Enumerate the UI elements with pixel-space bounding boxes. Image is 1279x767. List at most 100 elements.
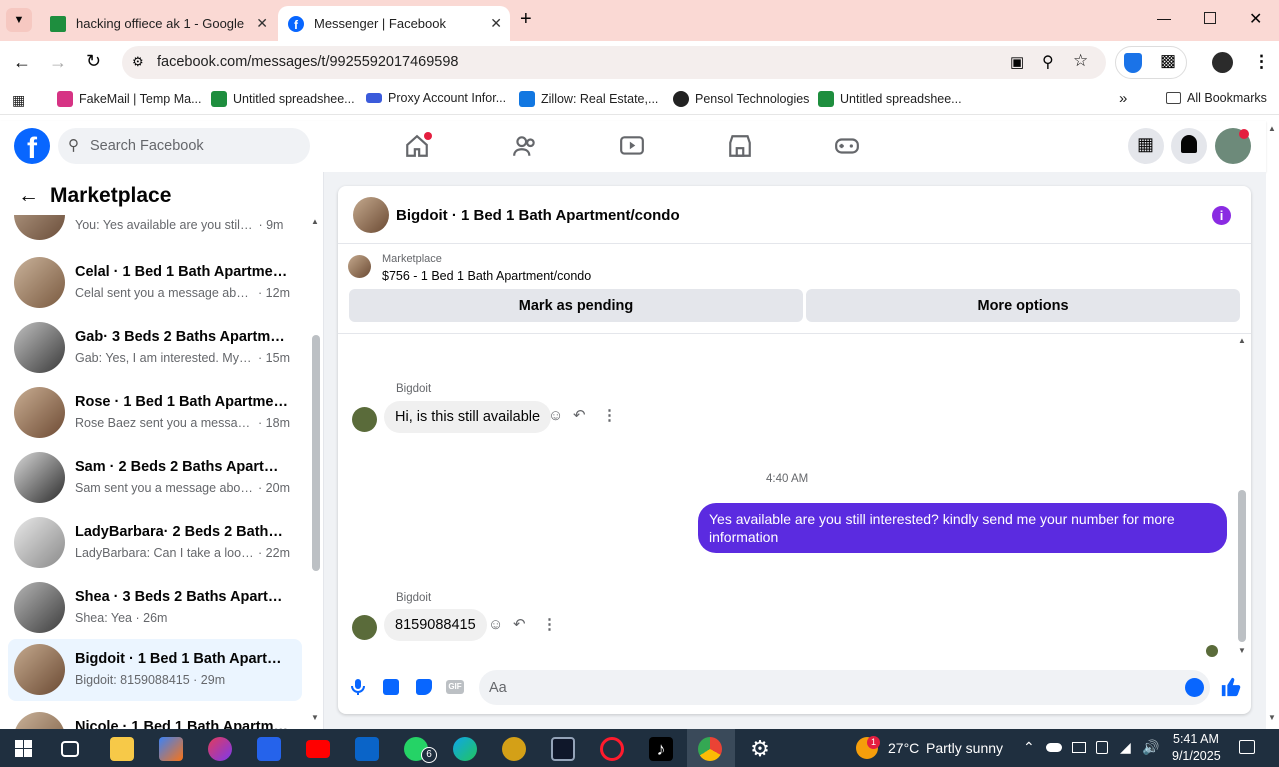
close-icon[interactable]: ✕ bbox=[256, 15, 268, 32]
listing-title[interactable]: $756 - 1 Bed 1 Bath Apartment/condo bbox=[382, 269, 591, 283]
youtube-icon[interactable] bbox=[306, 740, 330, 758]
listing-thumbnail[interactable] bbox=[348, 255, 371, 278]
notifications-button[interactable] bbox=[1171, 128, 1207, 164]
sidebar-scrollbar[interactable] bbox=[312, 335, 320, 571]
chat-scroll-up-arrow[interactable]: ▲ bbox=[1238, 336, 1246, 345]
shield-extension-icon[interactable] bbox=[1124, 53, 1142, 73]
clock-time[interactable]: 5:41 AM bbox=[1173, 732, 1219, 746]
list-item[interactable]: Shea · 3 Beds 2 Baths Apartmen... Shea: … bbox=[8, 577, 302, 639]
marketplace-icon[interactable] bbox=[727, 133, 753, 159]
star-icon[interactable]: ☆ bbox=[1073, 51, 1088, 71]
medal-icon[interactable] bbox=[502, 737, 526, 761]
menu-grid-button[interactable]: ▦ bbox=[1128, 128, 1164, 164]
edge-icon[interactable] bbox=[453, 737, 477, 761]
message-bubble[interactable]: 8159088415 bbox=[384, 609, 487, 641]
info-icon[interactable]: i bbox=[1212, 206, 1231, 225]
thumbs-up-icon[interactable] bbox=[1220, 676, 1242, 698]
message-input[interactable]: Aa bbox=[479, 670, 1210, 705]
chrome-icon[interactable] bbox=[698, 737, 722, 761]
list-item[interactable]: Nicole · 1 Bed 1 Bath Apartment... bbox=[8, 707, 302, 729]
tab-sheets[interactable]: hacking offiece ak 1 - Google Sh ✕ bbox=[40, 6, 276, 41]
menu-icon[interactable]: ⋮ bbox=[1253, 52, 1270, 72]
message-bubble[interactable]: Hi, is this still available bbox=[384, 401, 552, 433]
list-item[interactable]: Celal · 1 Bed 1 Bath Apartment/c... Cela… bbox=[8, 252, 302, 314]
bookmark-spreadsheet-2[interactable]: Untitled spreadshee... bbox=[818, 91, 962, 107]
facebook-logo[interactable]: f bbox=[14, 128, 50, 164]
chat-scroll-down-arrow[interactable]: ▼ bbox=[1238, 646, 1246, 655]
battery-icon[interactable] bbox=[1072, 742, 1086, 753]
clock-date[interactable]: 9/1/2025 bbox=[1172, 749, 1221, 763]
notification-center-icon[interactable] bbox=[1239, 740, 1255, 754]
weather-temp[interactable]: 27°C bbox=[888, 740, 919, 756]
list-item[interactable]: Rose · 1 Bed 1 Bath Apartment/c... Rose … bbox=[8, 382, 302, 444]
restore-button[interactable] bbox=[1204, 12, 1216, 24]
app-icon[interactable] bbox=[551, 737, 575, 761]
all-bookmarks[interactable]: All Bookmarks bbox=[1166, 91, 1267, 105]
forward-icon[interactable]: → bbox=[49, 52, 67, 73]
app-icon[interactable] bbox=[208, 737, 232, 761]
list-item[interactable]: You: Yes available are you still inter..… bbox=[8, 215, 302, 246]
volume-icon[interactable]: 🔊 bbox=[1142, 739, 1159, 756]
list-item[interactable]: LadyBarbara· 2 Beds 2 Baths Ap... LadyBa… bbox=[8, 512, 302, 574]
tab-search-button[interactable]: ▼ bbox=[6, 8, 32, 32]
list-item[interactable]: Gab· 3 Beds 2 Baths Apartment/... Gab: Y… bbox=[8, 317, 302, 379]
apps-icon[interactable]: ▦ bbox=[12, 92, 25, 109]
site-info-icon[interactable]: ⚙ bbox=[132, 54, 144, 70]
reload-icon[interactable]: ↻ bbox=[86, 51, 101, 72]
scroll-down-arrow[interactable]: ▼ bbox=[311, 713, 319, 722]
outlook-icon[interactable] bbox=[355, 737, 379, 761]
device-icon[interactable] bbox=[1096, 741, 1108, 754]
list-item[interactable]: Sam · 2 Beds 2 Baths Apartment... Sam se… bbox=[8, 447, 302, 509]
back-icon[interactable]: ← bbox=[13, 52, 31, 73]
bookmark-zillow[interactable]: Zillow: Real Estate,... bbox=[519, 91, 658, 107]
emoji-icon[interactable] bbox=[1185, 678, 1204, 697]
mark-as-pending-button[interactable]: Mark as pending bbox=[349, 289, 803, 322]
cloud-icon[interactable] bbox=[1046, 743, 1062, 752]
microphone-icon[interactable] bbox=[350, 678, 366, 696]
wifi-icon[interactable]: ◢ bbox=[1120, 739, 1131, 756]
new-tab-button[interactable]: + bbox=[520, 8, 532, 31]
bookmark-fakemail[interactable]: FakeMail | Temp Ma... bbox=[57, 91, 202, 107]
list-item-selected[interactable]: Bigdoit · 1 Bed 1 Bath Apartmen... Bigdo… bbox=[8, 639, 302, 701]
scroll-up-arrow[interactable]: ▲ bbox=[311, 217, 319, 226]
address-bar[interactable]: ⚙ facebook.com/messages/t/99255920174695… bbox=[122, 46, 1106, 79]
bookmark-proxy[interactable]: Proxy Account Infor... bbox=[366, 91, 506, 105]
file-explorer-icon[interactable] bbox=[110, 737, 134, 761]
tab-messenger[interactable]: f Messenger | Facebook ✕ bbox=[278, 6, 510, 41]
zoom-icon[interactable]: ⚲ bbox=[1042, 52, 1054, 72]
settings-icon[interactable]: ⚙ bbox=[748, 737, 772, 761]
reply-icon[interactable]: ↶ bbox=[513, 615, 526, 633]
more-icon[interactable]: ⋮ bbox=[602, 406, 617, 424]
video-icon[interactable] bbox=[619, 133, 645, 159]
page-scroll-up-arrow[interactable]: ▲ bbox=[1268, 124, 1276, 133]
bookmark-spreadsheet-1[interactable]: Untitled spreadshee... bbox=[211, 91, 355, 107]
reply-icon[interactable]: ↶ bbox=[573, 406, 586, 424]
react-icon[interactable]: ☺ bbox=[548, 407, 563, 424]
more-icon[interactable]: ⋮ bbox=[542, 615, 557, 633]
chat-scrollbar[interactable] bbox=[1238, 490, 1246, 642]
puzzle-icon[interactable]: ▩ bbox=[1160, 51, 1176, 71]
store-icon[interactable] bbox=[257, 737, 281, 761]
back-arrow-icon[interactable]: ← bbox=[18, 184, 39, 208]
gif-icon[interactable]: GIF bbox=[446, 680, 464, 694]
windows-start-icon[interactable] bbox=[15, 740, 32, 757]
copilot-icon[interactable] bbox=[159, 737, 183, 761]
install-icon[interactable]: ▣ bbox=[1010, 53, 1024, 71]
more-options-button[interactable]: More options bbox=[806, 289, 1240, 322]
bookmark-pensol[interactable]: Pensol Technologies bbox=[673, 91, 809, 107]
profile-avatar[interactable] bbox=[1212, 52, 1233, 73]
chat-title[interactable]: Bigdoit · 1 Bed 1 Bath Apartment/condo bbox=[396, 207, 680, 224]
sticker-icon[interactable] bbox=[416, 679, 432, 695]
minimize-button[interactable]: — bbox=[1157, 10, 1171, 26]
more-bookmarks-icon[interactable]: » bbox=[1119, 90, 1127, 107]
friends-icon[interactable] bbox=[512, 133, 538, 159]
close-icon[interactable]: ✕ bbox=[490, 15, 502, 32]
close-window-button[interactable]: ✕ bbox=[1249, 9, 1262, 29]
message-bubble-outgoing[interactable]: Yes available are you still interested? … bbox=[698, 503, 1227, 553]
opera-icon[interactable] bbox=[600, 737, 624, 761]
gaming-icon[interactable] bbox=[834, 133, 860, 159]
react-icon[interactable]: ☺ bbox=[488, 616, 503, 633]
chevron-up-icon[interactable]: ⌃ bbox=[1023, 739, 1035, 756]
avatar[interactable] bbox=[353, 197, 389, 233]
weather-desc[interactable]: Partly sunny bbox=[926, 740, 1003, 756]
